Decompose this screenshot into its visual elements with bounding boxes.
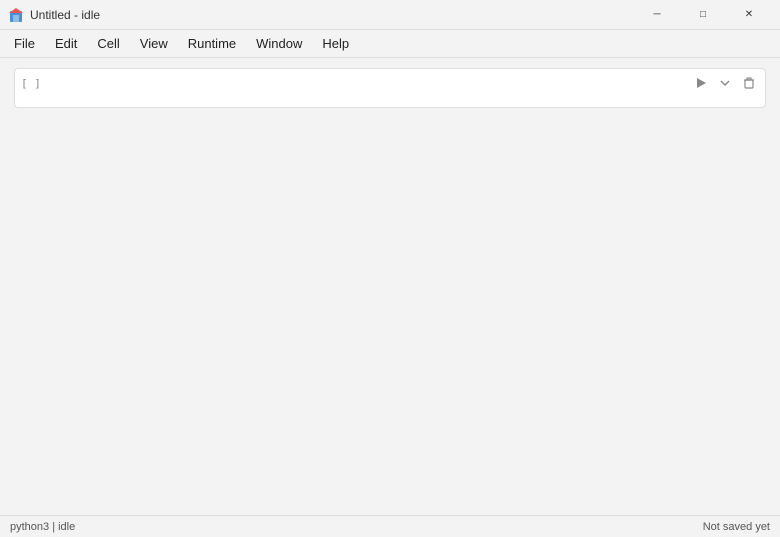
status-bar: python3 | idle Not saved yet bbox=[0, 515, 780, 537]
title-bar: Untitled - idle ─ □ ✕ bbox=[0, 0, 780, 30]
menu-item-file[interactable]: File bbox=[4, 32, 45, 55]
minimize-button[interactable]: ─ bbox=[634, 0, 680, 30]
status-right: Not saved yet bbox=[703, 521, 770, 533]
cell-run-button[interactable] bbox=[691, 75, 711, 91]
cell-index-0: [ ] bbox=[21, 73, 51, 90]
window-controls[interactable]: ─ □ ✕ bbox=[634, 0, 772, 30]
menu-item-help[interactable]: Help bbox=[312, 32, 359, 55]
menu-bar: FileEditCellViewRuntimeWindowHelp bbox=[0, 30, 780, 58]
menu-item-cell[interactable]: Cell bbox=[87, 32, 129, 55]
app-icon bbox=[8, 7, 24, 23]
cell-0: [ ] bbox=[14, 68, 766, 108]
cell-input-0[interactable] bbox=[51, 73, 691, 101]
cell-collapse-button[interactable] bbox=[715, 75, 735, 91]
cell-actions-0 bbox=[691, 73, 759, 91]
status-left: python3 | idle bbox=[10, 521, 75, 533]
menu-item-window[interactable]: Window bbox=[246, 32, 312, 55]
menu-item-view[interactable]: View bbox=[130, 32, 178, 55]
cell-delete-button[interactable] bbox=[739, 75, 759, 91]
menu-item-edit[interactable]: Edit bbox=[45, 32, 87, 55]
maximize-button[interactable]: □ bbox=[680, 0, 726, 30]
menu-item-runtime[interactable]: Runtime bbox=[178, 32, 246, 55]
title-bar-left: Untitled - idle bbox=[8, 7, 100, 23]
run-icon bbox=[695, 77, 707, 89]
close-button[interactable]: ✕ bbox=[726, 0, 772, 30]
window-title: Untitled - idle bbox=[30, 8, 100, 22]
main-content: [ ] bbox=[0, 58, 780, 515]
trash-icon bbox=[743, 77, 755, 89]
chevron-down-icon bbox=[719, 77, 731, 89]
